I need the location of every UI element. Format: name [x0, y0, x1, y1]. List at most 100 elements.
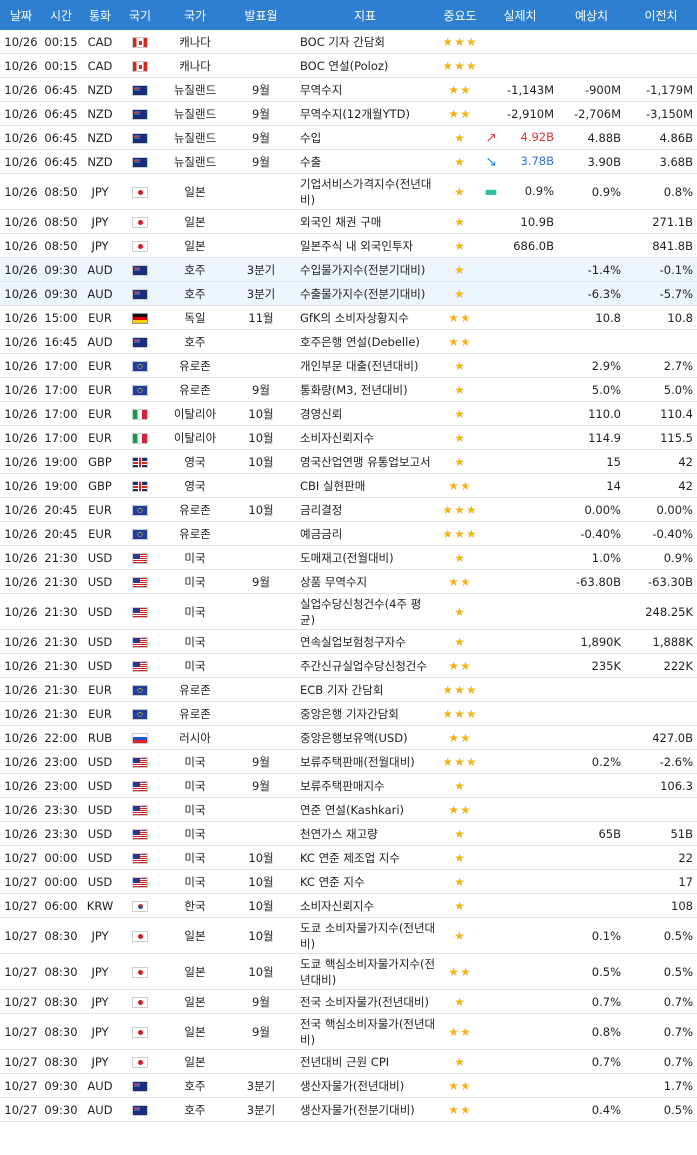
table-row[interactable]: 10/26 09:30 AUD 호주 3분기 수입물가지수(전분기대비) ★ -1.4% -0.…: [0, 257, 697, 282]
release-month-cell: 10월: [230, 845, 292, 870]
table-row[interactable]: 10/26 21:30 EUR 유로존 중앙은행 기자간담회 ★★★: [0, 701, 697, 726]
table-row[interactable]: 10/27 09:30 AUD 호주 3분기 생산자물가(전분기대비) ★★ 0.4% 0.5%: [0, 1097, 697, 1122]
country-flag-icon: [132, 84, 148, 96]
table-row[interactable]: 10/26 15:00 EUR 독일 11월 GfK의 소비자상황지수 ★★ 10.8 10.8: [0, 305, 697, 330]
column-header[interactable]: 중요도: [438, 0, 482, 30]
flag-cell: [120, 377, 160, 402]
actual-cell: [482, 953, 558, 990]
flag-cell: [120, 53, 160, 78]
release-month-cell: 9월: [230, 1013, 292, 1050]
table-row[interactable]: 10/26 21:30 EUR 유로존 ECB 기자 간담회 ★★★: [0, 677, 697, 702]
table-row[interactable]: 10/26 17:00 EUR 유로존 9월 통화량(M3, 전년대비) ★ 5.0% 5.0%: [0, 377, 697, 402]
column-header[interactable]: 예상치: [558, 0, 625, 30]
previous-cell: 106.3: [625, 773, 697, 798]
currency-cell: AUD: [80, 1073, 120, 1098]
table-row[interactable]: 10/26 21:30 USD 미국 주간신규실업수당신청건수 ★★ 235K 222K: [0, 653, 697, 678]
column-header[interactable]: 시간: [42, 0, 80, 30]
forecast-cell: -2,706M: [558, 101, 625, 126]
table-row[interactable]: 10/26 00:15 CAD 캐나다 BOC 연설(Poloz) ★★★: [0, 53, 697, 78]
forecast-cell: 2.9%: [558, 353, 625, 378]
forecast-cell: [558, 209, 625, 234]
importance-stars-icon: ★: [454, 286, 466, 301]
table-row[interactable]: 10/26 23:00 USD 미국 9월 보류주택판매(전월대비) ★★★ 0.2% -2.6…: [0, 749, 697, 774]
table-row[interactable]: 10/26 20:45 EUR 유로존 예금금리 ★★★ -0.40% -0.40%: [0, 521, 697, 546]
flag-cell: [120, 677, 160, 702]
actual-cell: -2,910M: [482, 101, 558, 126]
column-header[interactable]: 발표월: [230, 0, 292, 30]
table-row[interactable]: 10/26 06:45 NZD 뉴질랜드 9월 수입 ★ ↗ 4.92B 4.88B 4.86B: [0, 125, 697, 150]
column-header[interactable]: 통화: [80, 0, 120, 30]
indicator-cell: 통화량(M3, 전년대비): [292, 377, 438, 402]
table-row[interactable]: 10/26 23:00 USD 미국 9월 보류주택판매지수 ★ 106.3: [0, 773, 697, 798]
table-row[interactable]: 10/26 21:30 USD 미국 도매재고(전월대비) ★ 1.0% 0.9%: [0, 545, 697, 570]
importance-cell: ★★: [438, 473, 482, 498]
table-row[interactable]: 10/26 21:30 USD 미국 연속실업보험청구자수 ★ 1,890K 1,888K: [0, 629, 697, 654]
previous-cell: 110.4: [625, 401, 697, 426]
forecast-cell: 15: [558, 449, 625, 474]
table-row[interactable]: 10/27 08:30 JPY 일본 9월 전국 소비자물가(전년대비) ★ 0.7% 0.7%: [0, 989, 697, 1014]
country-cell: 이탈리아: [160, 401, 230, 426]
table-row[interactable]: 10/27 08:30 JPY 일본 10월 도쿄 핵심소비자물가지수(전년대비) ★★ 0.…: [0, 953, 697, 990]
table-row[interactable]: 10/27 09:30 AUD 호주 3분기 생산자물가(전년대비) ★★ 1.7%: [0, 1073, 697, 1098]
table-row[interactable]: 10/26 08:50 JPY 일본 기업서비스가격지수(전년대비) ★ ▬ 0.9% 0.9%…: [0, 173, 697, 210]
table-row[interactable]: 10/26 20:45 EUR 유로존 10월 금리결정 ★★★ 0.00% 0.00%: [0, 497, 697, 522]
release-month-cell: 3분기: [230, 257, 292, 282]
table-row[interactable]: 10/27 08:30 JPY 일본 10월 도쿄 소비자물가지수(전년대비) ★ 0.1% 0…: [0, 917, 697, 954]
table-row[interactable]: 10/26 19:00 GBP 영국 CBI 실현판매 ★★ 14 42: [0, 473, 697, 498]
previous-cell: 0.9%: [625, 545, 697, 570]
currency-cell: EUR: [80, 401, 120, 426]
table-row[interactable]: 10/26 17:00 EUR 유로존 개인부문 대출(전년대비) ★ 2.9% 2.7%: [0, 353, 697, 378]
column-header[interactable]: 지표: [292, 0, 438, 30]
importance-cell: ★★: [438, 1097, 482, 1122]
table-row[interactable]: 10/27 08:30 JPY 일본 9월 전국 핵심소비자물가(전년대비) ★★ 0.8% 0…: [0, 1013, 697, 1050]
forecast-cell: [558, 30, 625, 54]
indicator-cell: 도쿄 소비자물가지수(전년대비): [292, 917, 438, 954]
country-flag-icon: [132, 606, 148, 618]
column-header[interactable]: 실제치: [482, 0, 558, 30]
actual-cell: [482, 917, 558, 954]
table-row[interactable]: 10/26 17:00 EUR 이탈리아 10월 소비자신뢰지수 ★ 114.9 115.5: [0, 425, 697, 450]
column-header[interactable]: 날짜: [0, 0, 42, 30]
table-row[interactable]: 10/27 00:00 USD 미국 10월 KC 연준 지수 ★ 17: [0, 869, 697, 894]
table-row[interactable]: 10/26 23:30 USD 미국 연준 연설(Kashkari) ★★: [0, 797, 697, 822]
table-row[interactable]: 10/26 08:50 JPY 일본 일본주식 내 외국인투자 ★ 686.0B 841.8B: [0, 233, 697, 258]
flag-cell: [120, 869, 160, 894]
release-month-cell: 9월: [230, 773, 292, 798]
currency-cell: EUR: [80, 701, 120, 726]
country-cell: 미국: [160, 773, 230, 798]
indicator-cell: 수출: [292, 149, 438, 174]
column-header[interactable]: 국기: [120, 0, 160, 30]
indicator-cell: KC 연준 제조업 지수: [292, 845, 438, 870]
table-row[interactable]: 10/27 08:30 JPY 일본 전년대비 근원 CPI ★ 0.7% 0.7%: [0, 1049, 697, 1074]
country-cell: 일본: [160, 953, 230, 990]
time-cell: 17:00: [42, 377, 80, 402]
country-flag-icon: [132, 384, 148, 396]
column-header[interactable]: 이전치: [625, 0, 697, 30]
table-row[interactable]: 10/26 19:00 GBP 영국 10월 영국산업연맹 유통업보고서 ★ 15 42: [0, 449, 697, 474]
flag-cell: [120, 473, 160, 498]
table-row[interactable]: 10/26 08:50 JPY 일본 외국인 채권 구매 ★ 10.9B 271.1B: [0, 209, 697, 234]
country-cell: 호주: [160, 257, 230, 282]
table-row[interactable]: 10/26 23:30 USD 미국 천연가스 재고량 ★ 65B 51B: [0, 821, 697, 846]
currency-cell: USD: [80, 653, 120, 678]
table-row[interactable]: 10/26 21:30 USD 미국 9월 상품 무역수지 ★★ -63.80B -63.30B: [0, 569, 697, 594]
importance-stars-icon: ★: [454, 454, 466, 469]
table-row[interactable]: 10/26 16:45 AUD 호주 호주은행 연설(Debelle) ★★: [0, 329, 697, 354]
table-row[interactable]: 10/26 06:45 NZD 뉴질랜드 9월 무역수지 ★★ -1,143M -900M -1,…: [0, 77, 697, 102]
table-row[interactable]: 10/26 22:00 RUB 러시아 중앙은행보유액(USD) ★★ 427.0B: [0, 725, 697, 750]
table-row[interactable]: 10/27 06:00 KRW 한국 10월 소비자신뢰지수 ★ 108: [0, 893, 697, 918]
table-row[interactable]: 10/26 06:45 NZD 뉴질랜드 9월 수출 ★ ↘ 3.78B 3.90B 3.68B: [0, 149, 697, 174]
importance-stars-icon: ★★: [448, 1078, 472, 1093]
table-row[interactable]: 10/26 06:45 NZD 뉴질랜드 9월 무역수지(12개월YTD) ★★ -2,910…: [0, 101, 697, 126]
previous-cell: 271.1B: [625, 209, 697, 234]
table-row[interactable]: 10/26 00:15 CAD 캐나다 BOC 기자 간담회 ★★★: [0, 30, 697, 54]
importance-stars-icon: ★: [454, 550, 466, 565]
column-header[interactable]: 국가: [160, 0, 230, 30]
importance-stars-icon: ★: [454, 778, 466, 793]
table-row[interactable]: 10/26 09:30 AUD 호주 3분기 수출물가지수(전분기대비) ★ -6.3% -5.…: [0, 281, 697, 306]
table-row[interactable]: 10/26 21:30 USD 미국 실업수당신청건수(4주 평균) ★ 248.25K: [0, 593, 697, 630]
time-cell: 09:30: [42, 1073, 80, 1098]
table-row[interactable]: 10/26 17:00 EUR 이탈리아 10월 경영신뢰 ★ 110.0 110.4: [0, 401, 697, 426]
time-cell: 20:45: [42, 497, 80, 522]
table-row[interactable]: 10/27 00:00 USD 미국 10월 KC 연준 제조업 지수 ★ 22: [0, 845, 697, 870]
